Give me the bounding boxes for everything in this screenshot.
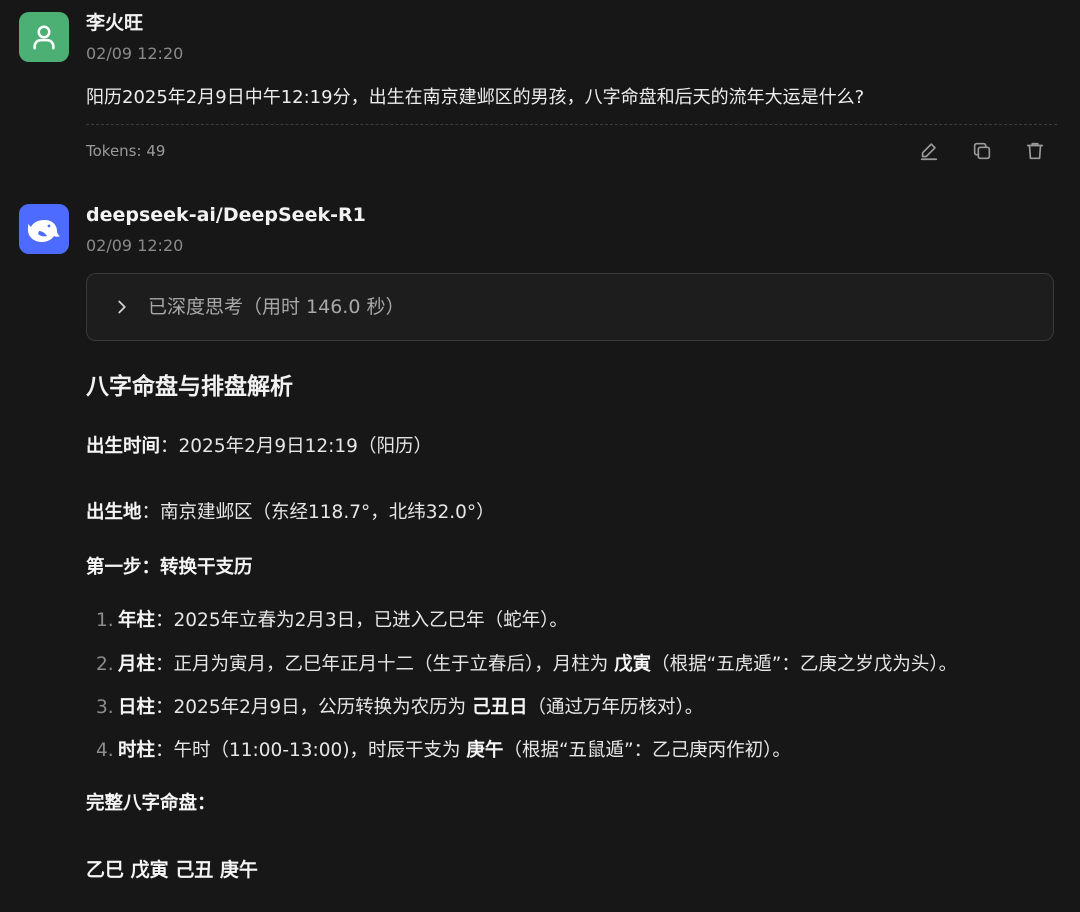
birth-place-label: 出生地 [86, 502, 142, 523]
ai-model-name: deepseek-ai/DeepSeek-R1 [86, 204, 366, 226]
birth-time-value: ：2025年2月9日12:19（阳历） [160, 436, 432, 457]
message-divider [86, 124, 1057, 125]
ai-message-time: 02/09 12:20 [86, 236, 184, 255]
step1-heading: 第一步：转换干支历 [86, 557, 253, 578]
birth-time-label: 出生时间 [86, 436, 161, 457]
deepseek-whale-icon [28, 220, 60, 242]
response-title: 八字命盘与排盘解析 [86, 374, 293, 400]
chevron-right-icon [118, 300, 126, 314]
edit-icon [920, 143, 938, 161]
user-icon [33, 25, 55, 50]
user-message-time: 02/09 12:20 [86, 44, 184, 63]
birth-place-line: 出生地：南京建邺区（东经118.7°，北纬32.0°） [86, 500, 495, 526]
user-name: 李火旺 [86, 12, 144, 34]
list-item-year-pillar: 1. 年柱：2025年立春为2月3日，已进入乙巳年（蛇年）。 [96, 610, 568, 631]
birth-place-value: ：南京建邺区（东经118.7°，北纬32.0°） [141, 502, 495, 523]
copy-icon [973, 142, 991, 160]
full-chart-label: 完整八字命盘： [86, 793, 216, 814]
thinking-toggle[interactable]: 已深度思考（用时 146.0 秒） [86, 273, 1054, 341]
user-avatar [19, 12, 69, 62]
list-item-day-pillar: 3. 日柱：2025年2月9日，公历转换为农历为 己丑日（通过万年历核对）。 [96, 697, 704, 718]
birth-time-line: 出生时间：2025年2月9日12:19（阳历） [86, 434, 432, 460]
edit-button[interactable] [917, 139, 941, 163]
bazi-pillars: 乙巳 戊寅 己丑 庚午 [86, 859, 258, 881]
list-item-hour-pillar: 4. 时柱：午时（11:00-13:00)，时辰干支为 庚午（根据“五鼠遁”：乙己… [96, 740, 791, 761]
ai-avatar [19, 204, 69, 254]
copy-button[interactable] [970, 139, 994, 163]
token-count: Tokens: 49 [86, 142, 166, 160]
user-message-text: 阳历2025年2月9日中午12:19分，出生在南京建邺区的男孩，八字命盘和后天的… [86, 87, 865, 108]
delete-button[interactable] [1023, 139, 1047, 163]
thinking-label: 已深度思考（用时 146.0 秒） [148, 296, 405, 318]
trash-icon [1026, 142, 1044, 160]
list-item-month-pillar: 2. 月柱：正月为寅月，乙巳年正月十二（生于立春后），月柱为 戊寅（根据“五虎遁”… [96, 654, 958, 675]
